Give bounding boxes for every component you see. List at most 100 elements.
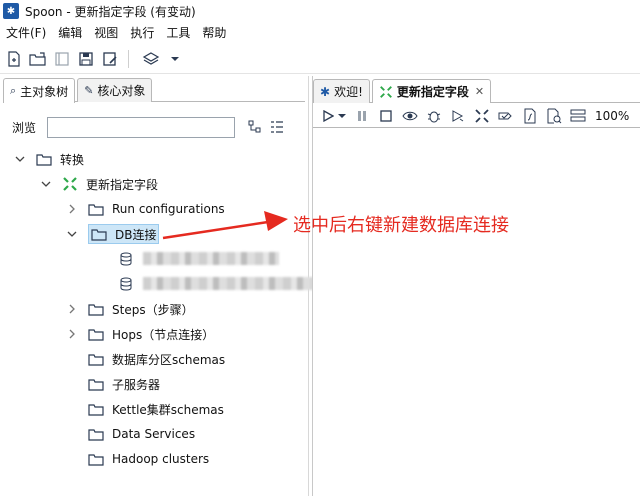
chevron-down-icon[interactable] xyxy=(66,228,78,240)
toolbar-separator xyxy=(128,49,129,68)
window-title: Spoon - 更新指定字段 (有变动) xyxy=(25,4,196,19)
expand-all-icon[interactable] xyxy=(269,119,285,135)
right-panel: ✱ 欢迎! 更新指定字段 ✕ 100% xyxy=(312,76,640,496)
explore-db-icon[interactable] xyxy=(545,107,563,125)
show-results-icon[interactable] xyxy=(569,107,587,125)
tree-node-steps[interactable]: Steps（步骤） xyxy=(66,298,194,320)
tree-node-db-connection-2[interactable] xyxy=(120,273,132,295)
tab-label: 核心对象 xyxy=(97,84,146,98)
folder-icon xyxy=(91,228,107,241)
replay-icon[interactable] xyxy=(449,107,467,125)
tab-welcome[interactable]: ✱ 欢迎! xyxy=(313,79,370,103)
open-folder-icon[interactable] xyxy=(28,49,48,69)
folder-icon xyxy=(88,428,104,441)
browse-row: 浏览 xyxy=(12,116,285,138)
verify-icon[interactable] xyxy=(473,107,491,125)
chevron-right-icon[interactable] xyxy=(66,303,78,315)
menu-file[interactable]: 文件(F) xyxy=(0,24,52,41)
chevron-right-icon[interactable] xyxy=(66,203,78,215)
pause-icon[interactable] xyxy=(353,107,371,125)
tree-label: DB连接 xyxy=(115,227,157,242)
zoom-level[interactable]: 100% xyxy=(595,109,629,123)
tree-label: Run configurations xyxy=(112,202,225,216)
menu-edit[interactable]: 编辑 xyxy=(52,24,88,41)
tree-node-transformations[interactable]: 转换 xyxy=(14,148,84,170)
menu-run[interactable]: 执行 xyxy=(124,24,160,41)
sql-icon[interactable] xyxy=(521,107,539,125)
collapse-all-icon[interactable] xyxy=(247,119,263,135)
left-tab-strip: ⌕ 主对象树 ✎ 核心对象 xyxy=(3,78,305,103)
chevron-down-icon[interactable] xyxy=(14,153,26,165)
tree-node-hops[interactable]: Hops（节点连接） xyxy=(66,323,214,345)
database-icon xyxy=(120,252,132,266)
tree-label: 子服务器 xyxy=(112,377,161,392)
save-icon[interactable] xyxy=(76,49,96,69)
folder-icon xyxy=(88,403,104,416)
tree-label: 转换 xyxy=(60,152,85,167)
tree-node-hadoop-clusters[interactable]: Hadoop clusters xyxy=(88,448,209,470)
browse-label: 浏览 xyxy=(12,120,37,135)
annotation-text: 选中后右键新建数据库连接 xyxy=(293,215,509,236)
menu-help[interactable]: 帮助 xyxy=(196,24,232,41)
browse-input[interactable] xyxy=(47,116,235,138)
folder-icon xyxy=(88,378,104,391)
folder-icon xyxy=(88,303,104,316)
spoon-app-icon: ✱ xyxy=(3,3,19,19)
tab-transform-editor[interactable]: 更新指定字段 ✕ xyxy=(371,79,492,103)
chevron-down-icon[interactable] xyxy=(337,107,347,125)
main-toolbar xyxy=(0,44,640,74)
editor-tab-strip: ✱ 欢迎! 更新指定字段 ✕ xyxy=(313,79,640,103)
left-panel: ⌕ 主对象树 ✎ 核心对象 浏览 转换 更新指定字段 Run configura… xyxy=(0,76,313,496)
spoon-app-icon: ✱ xyxy=(320,84,331,99)
folder-icon xyxy=(88,203,104,216)
folder-icon xyxy=(88,353,104,366)
tree-node-sub-servers[interactable]: 子服务器 xyxy=(88,373,160,395)
save-as-icon[interactable] xyxy=(100,49,120,69)
tree-label: Hadoop clusters xyxy=(112,452,210,466)
tab-main-object-tree[interactable]: ⌕ 主对象树 xyxy=(3,78,76,103)
chevron-right-icon[interactable] xyxy=(66,328,78,340)
preview-icon[interactable] xyxy=(401,107,419,125)
tab-label: 欢迎! xyxy=(334,85,363,99)
tab-core-objects[interactable]: ✎ 核心对象 xyxy=(77,78,153,102)
tab-label: 主对象树 xyxy=(20,84,69,99)
explore-repository-icon[interactable] xyxy=(52,49,72,69)
tree-node-transform[interactable]: 更新指定字段 xyxy=(40,173,158,195)
folder-icon xyxy=(88,328,104,341)
tree-label: 更新指定字段 xyxy=(86,177,159,192)
menu-bar: 文件(F) 编辑 视图 执行 工具 帮助 xyxy=(0,22,640,42)
title-bar: ✱ Spoon - 更新指定字段 (有变动) xyxy=(0,0,640,22)
pencil-icon: ✎ xyxy=(84,84,94,97)
impact-icon[interactable] xyxy=(497,107,515,125)
database-icon xyxy=(120,277,132,291)
tree-node-kettle-cluster-schemas[interactable]: Kettle集群schemas xyxy=(88,398,224,420)
transform-toolbar: 100% xyxy=(313,104,640,128)
run-icon[interactable] xyxy=(319,107,337,125)
close-icon[interactable]: ✕ xyxy=(475,85,484,98)
tree-label: Hops（节点连接） xyxy=(112,327,215,342)
tree-label: 数据库分区schemas xyxy=(112,352,226,367)
tree-label: Steps（步骤） xyxy=(112,302,194,317)
tree-label: Kettle集群schemas xyxy=(112,402,224,417)
menu-tools[interactable]: 工具 xyxy=(160,24,196,41)
selected-node-highlight: DB连接 xyxy=(88,224,160,244)
redacted-connection-name xyxy=(143,277,313,290)
tree-label: Data Services xyxy=(112,427,196,441)
chevron-down-icon[interactable] xyxy=(165,49,185,69)
chevron-down-icon[interactable] xyxy=(40,178,52,190)
new-file-icon[interactable] xyxy=(4,49,24,69)
tree-icon: ⌕ xyxy=(10,84,17,97)
tree-node-db-connection-1[interactable] xyxy=(120,248,132,270)
folder-icon xyxy=(88,453,104,466)
transformation-icon xyxy=(63,177,77,191)
stop-icon[interactable] xyxy=(377,107,395,125)
tree-node-partition-schemas[interactable]: 数据库分区schemas xyxy=(88,348,225,370)
transformation-icon xyxy=(379,85,392,98)
tree-node-data-services[interactable]: Data Services xyxy=(88,423,195,445)
tree-node-run-configurations[interactable]: Run configurations xyxy=(66,198,225,220)
tab-label: 更新指定字段 xyxy=(396,85,469,99)
layers-icon[interactable] xyxy=(141,49,161,69)
tree-node-db-connections[interactable]: DB连接 xyxy=(66,223,160,245)
debug-icon[interactable] xyxy=(425,107,443,125)
menu-view[interactable]: 视图 xyxy=(88,24,124,41)
